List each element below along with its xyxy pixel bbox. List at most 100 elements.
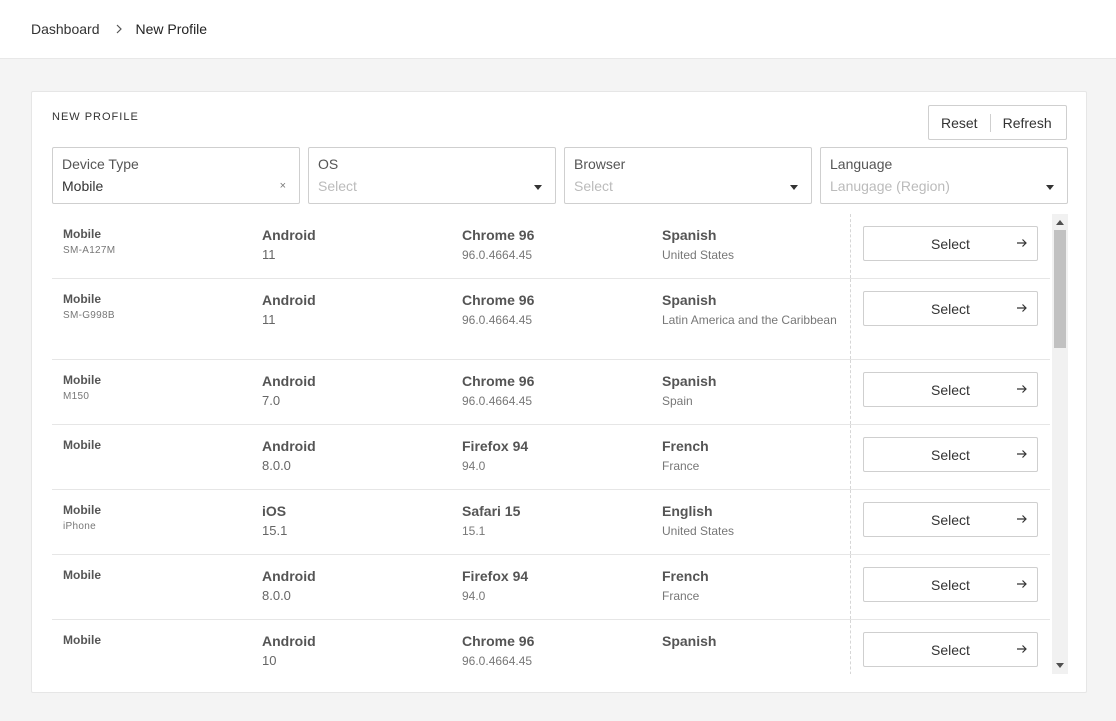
language-cell: Spanish Latin America and the Caribbean	[662, 292, 842, 329]
os-cell: Android 7.0	[262, 373, 316, 410]
action-cell: Select	[850, 620, 1050, 674]
browser-version: 96.0.4664.45	[462, 313, 533, 327]
os-version: 8.0.0	[262, 588, 291, 603]
os-version: 8.0.0	[262, 458, 291, 473]
reset-button[interactable]: Reset	[929, 115, 990, 131]
refresh-button[interactable]: Refresh	[991, 115, 1052, 131]
os-cell: Android 10	[262, 633, 316, 670]
language-region: United States	[662, 524, 735, 538]
os-version: 15.1	[262, 523, 288, 538]
arrow-right-icon	[1015, 382, 1029, 399]
language-region: France	[662, 459, 700, 473]
language-cell: English United States	[662, 503, 842, 540]
language-name: Spanish	[662, 373, 717, 389]
device-model: M150	[63, 391, 90, 402]
browser-name: Chrome 96	[462, 633, 535, 649]
device-type: Mobile	[63, 503, 101, 517]
scroll-up-icon[interactable]	[1056, 220, 1064, 225]
language-cell: French France	[662, 568, 842, 605]
action-cell: Select	[850, 279, 1050, 359]
scroll-down-icon[interactable]	[1056, 663, 1064, 668]
action-cell: Select	[850, 425, 1050, 489]
arrow-right-icon	[1015, 236, 1029, 253]
caret-down-icon[interactable]	[790, 185, 798, 190]
clear-icon[interactable]: ×	[280, 180, 286, 192]
device-type-label: Device Type	[62, 156, 139, 172]
language-cell: Spanish United States	[662, 227, 842, 264]
language-label: Language	[830, 156, 893, 172]
browser-cell: Safari 15 15.1	[462, 503, 520, 540]
device-type: Mobile	[63, 227, 101, 241]
device-type-filter[interactable]: Device Type Mobile ×	[52, 147, 300, 204]
device-type: Mobile	[63, 292, 101, 306]
select-label: Select	[931, 300, 970, 317]
device-type-value: Mobile	[62, 178, 104, 194]
scrollbar-thumb[interactable]	[1054, 230, 1066, 348]
card-title: NEW PROFILE	[52, 111, 139, 123]
language-region: Spain	[662, 394, 693, 408]
list-scrollbar[interactable]	[1052, 214, 1068, 674]
select-label: Select	[931, 576, 970, 593]
select-button[interactable]: Select	[863, 502, 1038, 537]
language-name: Spanish	[662, 227, 717, 243]
breadcrumb-dashboard-link[interactable]: Dashboard	[31, 21, 100, 37]
new-profile-card: NEW PROFILE Reset Refresh Device Type Mo…	[31, 91, 1087, 693]
select-label: Select	[931, 381, 970, 398]
select-button[interactable]: Select	[863, 567, 1038, 602]
os-filter[interactable]: OS Select	[308, 147, 556, 204]
browser-cell: Chrome 96 96.0.4664.45	[462, 292, 534, 329]
arrow-right-icon	[1015, 642, 1029, 659]
caret-down-icon[interactable]	[534, 185, 542, 190]
profile-list: Mobile SM-A127M Android 11 Chrome 96 96.…	[52, 214, 1050, 674]
select-label: Select	[931, 641, 970, 658]
device-type: Mobile	[63, 633, 101, 647]
os-name: Android	[262, 227, 316, 243]
os-placeholder: Select	[318, 178, 357, 194]
browser-label: Browser	[574, 156, 626, 172]
select-button[interactable]: Select	[863, 226, 1038, 261]
arrow-right-icon	[1015, 577, 1029, 594]
action-cell: Select	[850, 490, 1050, 554]
device-type: Mobile	[63, 373, 101, 387]
language-region: France	[662, 589, 700, 603]
os-cell: iOS 15.1	[262, 503, 287, 540]
browser-version: 15.1	[462, 524, 486, 538]
browser-version: 94.0	[462, 589, 486, 603]
select-button[interactable]: Select	[863, 372, 1038, 407]
device-cell: Mobile M150	[63, 373, 101, 402]
browser-version: 94.0	[462, 459, 486, 473]
language-name: Spanish	[662, 292, 717, 308]
os-name: Android	[262, 633, 316, 649]
action-cell: Select	[850, 360, 1050, 424]
device-cell: Mobile	[63, 568, 101, 586]
table-row: Mobile Android 8.0.0 Firefox 94 94.0 Fre…	[52, 555, 1050, 620]
os-name: Android	[262, 292, 316, 308]
language-placeholder: Lanugage (Region)	[830, 178, 950, 194]
device-model: iPhone	[63, 521, 96, 532]
select-button[interactable]: Select	[863, 291, 1038, 326]
select-button[interactable]: Select	[863, 632, 1038, 667]
breadcrumb: Dashboard New Profile	[0, 0, 1116, 59]
caret-down-icon[interactable]	[1046, 185, 1054, 190]
os-version: 7.0	[262, 393, 281, 408]
browser-cell: Firefox 94 94.0	[462, 438, 528, 475]
os-cell: Android 8.0.0	[262, 568, 316, 605]
device-type: Mobile	[63, 568, 101, 582]
browser-version: 96.0.4664.45	[462, 394, 533, 408]
select-button[interactable]: Select	[863, 437, 1038, 472]
table-row: Mobile M150 Android 7.0 Chrome 96 96.0.4…	[52, 360, 1050, 425]
browser-name: Chrome 96	[462, 373, 535, 389]
browser-placeholder: Select	[574, 178, 613, 194]
os-version: 11	[262, 247, 276, 262]
device-cell: Mobile	[63, 438, 101, 456]
browser-cell: Chrome 96 96.0.4664.45	[462, 227, 534, 264]
os-cell: Android 11	[262, 227, 316, 264]
chevron-right-icon	[115, 24, 123, 34]
os-cell: Android 11	[262, 292, 316, 329]
language-filter[interactable]: Language Lanugage (Region)	[820, 147, 1068, 204]
browser-version: 96.0.4664.45	[462, 248, 533, 262]
language-cell: Spanish Spain	[662, 373, 842, 410]
language-name: Spanish	[662, 633, 717, 649]
language-cell: Spanish	[662, 633, 842, 652]
browser-filter[interactable]: Browser Select	[564, 147, 812, 204]
